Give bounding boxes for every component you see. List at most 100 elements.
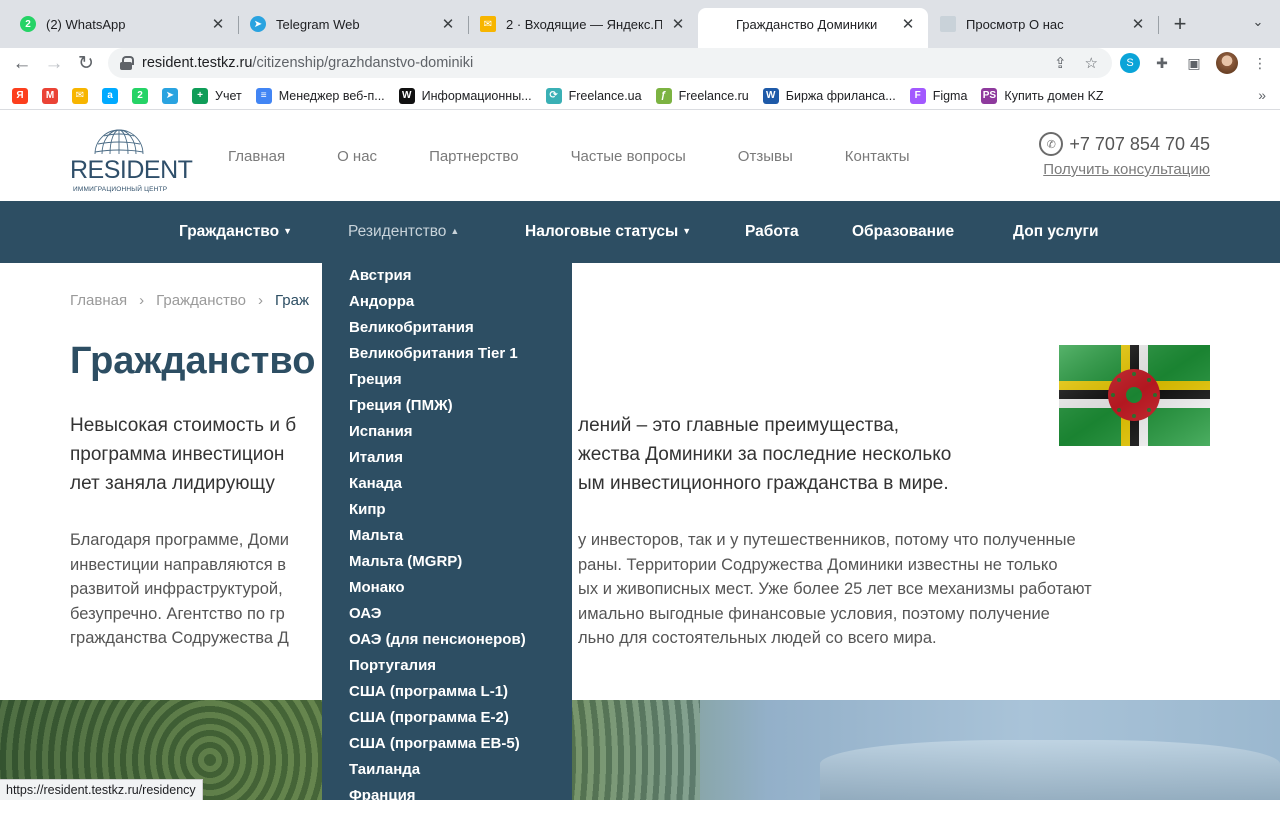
close-icon[interactable]: ✕ (440, 15, 456, 33)
weblancer-icon: W (762, 87, 779, 104)
text-fragment: льно для состоятельных людей со всего ми… (578, 629, 937, 648)
dropdown-item[interactable]: Великобритания (322, 319, 572, 345)
dropdown-item[interactable]: США (программа E-2) (322, 709, 572, 735)
close-icon[interactable]: ✕ (670, 15, 686, 33)
dropdown-item[interactable]: Монако (322, 579, 572, 605)
breadcrumb-current: Граж (274, 292, 309, 309)
dropdown-item[interactable]: Таиланда (322, 761, 572, 787)
dropdown-item[interactable]: ОАЭ (для пенсионеров) (322, 631, 572, 657)
bookmark-item[interactable]: W Информационны... (398, 87, 532, 104)
bookmark-item[interactable]: PS Купить домен KZ (981, 87, 1104, 104)
bookmark-label: Freelance.ru (678, 88, 749, 103)
topnav-link[interactable]: Главная (228, 148, 285, 165)
dropdown-item[interactable]: Греция (ПМЖ) (322, 397, 572, 423)
mainnav-label: Доп услуги (1013, 223, 1099, 240)
dropdown-item[interactable]: Португалия (322, 657, 572, 683)
topnav-link[interactable]: Частые вопросы (571, 148, 686, 165)
bookmark-item[interactable]: ➤ (162, 87, 178, 104)
tab-dominica[interactable]: Гражданство Доминики ✕ (698, 8, 928, 48)
dropdown-item[interactable]: Кипр (322, 501, 572, 527)
bookmark-item[interactable]: W Биржа фриланса... (762, 87, 896, 104)
avatar[interactable] (1216, 52, 1238, 74)
bookmark-item[interactable]: ⟳ Freelance.ua (545, 87, 642, 104)
tab-label: Гражданство Доминики (736, 16, 878, 32)
caret-up-icon: ▲ (450, 226, 460, 236)
more-icon[interactable]: ⋮ (1250, 53, 1270, 73)
reload-button[interactable]: ↻ (72, 50, 100, 78)
mainnav-item[interactable]: Гражданство ▼ (179, 223, 292, 241)
dropdown-item[interactable]: Мальта (MGRP) (322, 553, 572, 579)
bookmark-item[interactable]: Я (12, 87, 28, 104)
tab-about[interactable]: Просмотр О нас ✕ (928, 8, 1158, 40)
docs-icon: ≡ (255, 87, 272, 104)
close-icon[interactable]: ✕ (900, 15, 916, 33)
breadcrumb: Главная › Гражданство › Граж (70, 292, 309, 309)
chevron-right-icon: › (257, 292, 263, 309)
top-navigation: Главная О нас Партнерство Частые вопросы Отз… (228, 148, 962, 165)
skype-icon[interactable]: S (1120, 53, 1140, 73)
topnav-link[interactable]: Партнерство (429, 148, 519, 165)
figma-icon: F (909, 87, 926, 104)
tab-whatsapp[interactable]: 2 (2) WhatsApp ✕ (8, 8, 238, 40)
bookmark-item[interactable]: 2 (132, 87, 148, 104)
tab-yandex-mail[interactable]: ✉ 2 · Входящие — Яндекс.Почта ✕ (468, 8, 698, 40)
dropdown-item[interactable]: Великобритания Tier 1 (322, 345, 572, 371)
dropdown-item[interactable]: США (программа L-1) (322, 683, 572, 709)
dropdown-item[interactable]: Испания (322, 423, 572, 449)
breadcrumb-home[interactable]: Главная (70, 292, 127, 309)
mainnav-item[interactable]: Резидентство ▲ (348, 223, 459, 241)
tab-telegram[interactable]: ➤ Telegram Web ✕ (238, 8, 468, 40)
bookmark-item[interactable]: M (42, 87, 58, 104)
puzzle-icon[interactable]: ✚ (1152, 53, 1172, 73)
dropdown-item[interactable]: США (программа EB-5) (322, 735, 572, 761)
address-bar[interactable]: resident.testkz.ru/citizenship/grazhdans… (108, 48, 1112, 78)
bookmark-item[interactable]: ƒ Freelance.ru (655, 87, 749, 104)
main-navigation: Гражданство ▼ Резидентство ▲ Налоговые стату… (0, 201, 1280, 263)
bookmark-item[interactable]: ✉ (72, 87, 88, 104)
dropdown-item[interactable]: Франция (322, 787, 572, 813)
dropdown-item[interactable]: Греция (322, 371, 572, 397)
text-fragment: ым инвестиционного гражданства в мире. (578, 473, 949, 494)
bookmark-label: Учет (215, 88, 242, 103)
text-fragment: гражданства Содружества Д (70, 629, 289, 648)
consultation-link[interactable]: Получить консультацию (1043, 161, 1210, 178)
tab-label: (2) WhatsApp (46, 16, 126, 32)
dropdown-item[interactable]: Канада (322, 475, 572, 501)
dropdown-item[interactable]: Италия (322, 449, 572, 475)
bookmark-item[interactable]: ≡ Менеджер веб-п... (255, 87, 385, 104)
forward-button[interactable]: → (40, 50, 68, 78)
topnav-link[interactable]: Отзывы (738, 148, 793, 165)
phone-block[interactable]: ✆ +7 707 854 70 45 (1039, 132, 1210, 156)
new-tab-button[interactable]: + (1168, 12, 1192, 36)
bookmark-label: Купить домен KZ (1004, 88, 1104, 103)
tab-label: 2 · Входящие — Яндекс.Почта (506, 16, 662, 32)
bookmark-item[interactable]: a (102, 87, 118, 104)
bookmark-item[interactable]: F Figma (909, 87, 968, 104)
topnav-link[interactable]: Контакты (845, 148, 910, 165)
residency-dropdown: Австрия Андорра Великобритания Великобритан… (322, 263, 572, 804)
sidebar-icon[interactable]: ▣ (1184, 53, 1204, 73)
mainnav-item[interactable]: Работа (745, 223, 799, 241)
star-icon[interactable]: ☆ (1085, 54, 1098, 72)
dropdown-item[interactable]: Мальта (322, 527, 572, 553)
logo-wordmark: RESIDENT (70, 156, 193, 184)
breadcrumb-citizenship[interactable]: Гражданство (156, 292, 246, 309)
dropdown-item[interactable]: Австрия (322, 267, 572, 293)
chevron-down-icon[interactable]: ⌄ (1248, 14, 1268, 34)
chevron-right-icon[interactable]: » (1258, 87, 1266, 103)
close-icon[interactable]: ✕ (210, 15, 226, 33)
topnav-link[interactable]: О нас (337, 148, 377, 165)
dropdown-item[interactable]: ОАЭ (322, 605, 572, 631)
dropdown-item[interactable]: Андорра (322, 293, 572, 319)
site-logo[interactable]: RESIDENT ИММИГРАЦИОННЫЙ ЦЕНТР (70, 120, 193, 193)
bookmark-item[interactable]: + Учет (192, 87, 242, 104)
close-icon[interactable]: ✕ (1130, 15, 1146, 33)
mainnav-item[interactable]: Налоговые статусы ▼ (525, 223, 691, 241)
share-icon[interactable]: ⇪ (1054, 54, 1067, 72)
back-button[interactable]: ← (8, 50, 36, 78)
mainnav-item[interactable]: Образование (852, 223, 954, 241)
bookmark-label: Figma (932, 88, 968, 103)
text-fragment: раны. Территории Содружества Доминики из… (578, 555, 1058, 574)
mainnav-item[interactable]: Доп услуги (1013, 223, 1098, 241)
text-line: гражданства Содружества Д льно для состоя… (70, 626, 1170, 651)
